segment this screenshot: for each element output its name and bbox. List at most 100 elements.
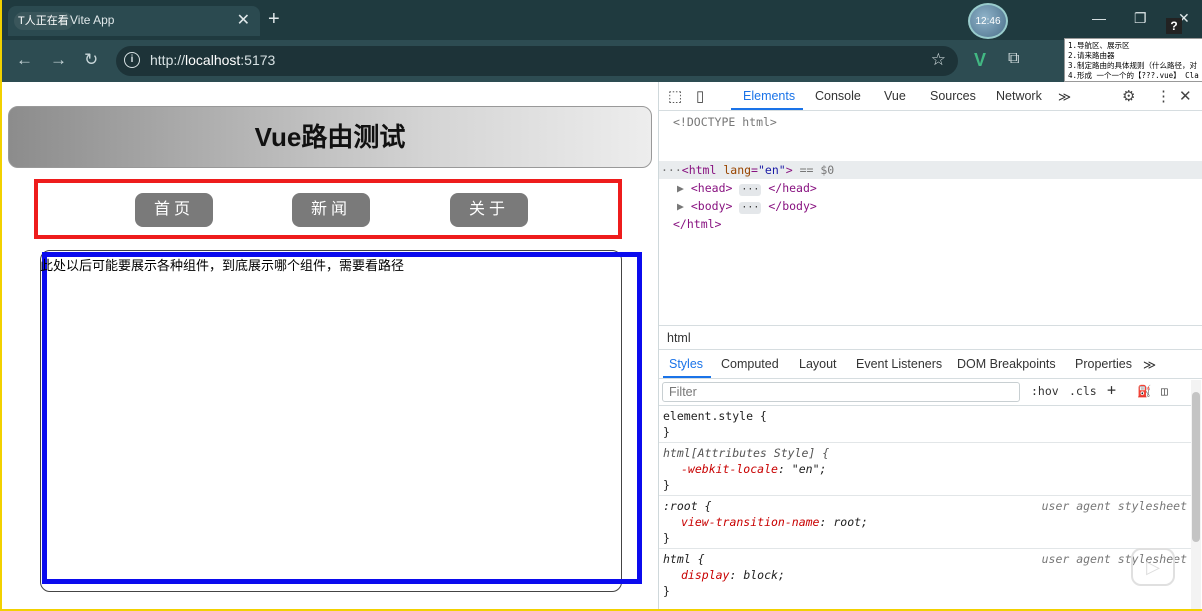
body-close-tag: </body>: [768, 199, 817, 213]
html-close-bracket: >: [785, 163, 793, 177]
new-rule-plus-icon[interactable]: +: [1107, 381, 1116, 399]
page-title: Vue路由测试: [8, 106, 652, 168]
address-bar[interactable]: i http://localhost:5173 ☆: [116, 46, 958, 76]
browser-tab-strip: T人正在看 Vite App ✕ + 12:46 — ❐ ✕ ?: [2, 0, 1202, 40]
rule-root: :root { user agent stylesheet view-trans…: [659, 497, 1191, 549]
vue-devtools-extension-icon[interactable]: V: [974, 50, 986, 71]
class-toggle[interactable]: .cls: [1069, 384, 1097, 398]
note-line: 1.导航区、展示区: [1068, 41, 1130, 50]
rule-close-brace: }: [663, 584, 670, 598]
nav-link-news[interactable]: 新闻: [292, 193, 370, 227]
minimize-icon[interactable]: —: [1092, 10, 1106, 26]
breadcrumb: html: [659, 325, 1202, 350]
html-lang-attr: lang: [723, 163, 752, 177]
css-property: view-transition-name: [681, 515, 820, 529]
dom-node-head[interactable]: ▶ <head> ··· </head>: [677, 179, 817, 197]
tab-close-icon[interactable]: ✕: [237, 10, 250, 30]
tab-properties[interactable]: Properties: [1075, 357, 1132, 371]
rule-selector[interactable]: element.style {: [663, 408, 767, 424]
expand-triangle-icon: ▶: [677, 199, 684, 213]
inspect-element-icon[interactable]: ⬚: [668, 87, 682, 105]
hover-state-toggle[interactable]: :hov: [1031, 384, 1059, 398]
bookmark-star-icon[interactable]: ☆: [931, 50, 946, 70]
more-style-tabs-icon[interactable]: ≫: [1143, 357, 1156, 372]
reload-icon[interactable]: ↻: [84, 50, 98, 70]
scrollbar-thumb[interactable]: [1192, 392, 1200, 542]
css-value: "en";: [791, 462, 827, 476]
browser-tab-vite-app[interactable]: T人正在看 Vite App ✕: [8, 6, 260, 36]
viewer-badge: T人正在看: [14, 12, 73, 30]
close-devtools-icon[interactable]: ✕: [1179, 87, 1192, 105]
tab-layout[interactable]: Layout: [799, 357, 837, 371]
styles-filter-input[interactable]: [662, 382, 1020, 402]
css-value: block;: [743, 568, 785, 582]
tab-computed[interactable]: Computed: [721, 357, 779, 371]
rule-declaration[interactable]: view-transition-name: root;: [681, 514, 868, 530]
note-line: 3.制定路由的具体规则（什么路径，对: [1068, 61, 1198, 70]
tab-title: Vite App: [70, 13, 115, 27]
url-scheme: http://: [150, 52, 186, 68]
rule-close-brace: }: [663, 478, 670, 492]
restore-icon[interactable]: ❐: [1134, 10, 1147, 27]
rule-selector: html[Attributes Style] {: [663, 446, 830, 460]
head-close-tag: </head>: [768, 181, 817, 195]
device-toggle-icon[interactable]: ▯: [696, 87, 704, 105]
nav-link-home[interactable]: 首页: [135, 193, 213, 227]
rule-declaration[interactable]: display: block;: [681, 567, 785, 583]
tab-network[interactable]: Network: [996, 89, 1042, 103]
styles-filter-row: :hov .cls + ⛽ ◫: [659, 380, 1191, 406]
dom-doctype: <!DOCTYPE html>: [673, 115, 777, 129]
tab-sources[interactable]: Sources: [930, 89, 976, 103]
node-menu-dots: ···: [661, 163, 682, 177]
annotation-highlight-rect: [42, 252, 642, 584]
new-tab-button[interactable]: +: [268, 8, 280, 31]
content-placeholder-text: 此处以后可能要展示各种组件，到底展示哪个组件，需要看路径: [40, 258, 405, 273]
css-property: display: [681, 568, 730, 582]
more-options-icon[interactable]: ⋮: [1156, 87, 1171, 105]
note-line: 2.请来路由器: [1068, 51, 1115, 60]
dom-html-close: </html>: [673, 217, 722, 231]
collapsed-ellipsis: ···: [739, 202, 762, 214]
html-lang-value: "en": [757, 163, 786, 177]
devtools-tab-bar: ⬚ ▯ Elements Console Vue Sources Network…: [659, 82, 1202, 111]
settings-gear-icon[interactable]: ⚙: [1122, 87, 1135, 105]
url-host: localhost: [185, 52, 241, 68]
html-open-tag: <html: [681, 163, 717, 177]
tab-console[interactable]: Console: [815, 89, 861, 103]
rule-attributes-style: html[Attributes Style] { -webkit-locale:…: [659, 444, 1191, 496]
tab-event-listeners[interactable]: Event Listeners: [856, 357, 942, 371]
tab-dom-breakpoints[interactable]: DOM Breakpoints: [957, 357, 1056, 371]
tab-elements[interactable]: Elements: [743, 89, 795, 103]
back-arrow-icon[interactable]: ←: [16, 50, 33, 70]
tab-vue[interactable]: Vue: [884, 89, 906, 103]
extensions-puzzle-icon[interactable]: ⧉: [1008, 50, 1019, 68]
profile-avatar[interactable]: 12:46: [968, 3, 1008, 39]
rule-declaration[interactable]: -webkit-locale: "en";: [681, 461, 826, 477]
site-info-icon[interactable]: i: [124, 52, 140, 68]
paint-bucket-icon[interactable]: ⛽: [1137, 384, 1151, 398]
collapsed-ellipsis: ···: [739, 184, 762, 196]
nav-link-about[interactable]: 关于: [450, 193, 528, 227]
dom-node-html[interactable]: ···<html lang="en"> == $0: [661, 161, 834, 179]
more-tabs-icon[interactable]: ≫: [1058, 89, 1071, 104]
url-text: http://localhost:5173: [150, 52, 275, 68]
url-port: :5173: [240, 52, 276, 68]
note-line: 4.形成 一个一个的【???.vue】 Cla: [1068, 71, 1199, 80]
tab-styles[interactable]: Styles: [669, 357, 703, 371]
video-play-watermark-icon: ▷: [1131, 548, 1175, 586]
forward-arrow-icon[interactable]: →: [50, 50, 67, 70]
browser-toolbar: ← → ↻ i http://localhost:5173 ☆: [2, 40, 1202, 82]
rule-element-style: element.style { }: [659, 407, 1191, 443]
styles-scrollbar[interactable]: [1191, 380, 1201, 609]
toggle-sidebar-icon[interactable]: ◫: [1161, 384, 1168, 398]
css-property: -webkit-locale: [681, 462, 778, 476]
body-open-tag: <body>: [690, 199, 733, 213]
active-style-tab-indicator: [663, 376, 711, 378]
breadcrumb-html[interactable]: html: [667, 331, 691, 345]
head-open-tag: <head>: [690, 181, 733, 195]
notes-overlay: 1.导航区、展示区 2.请来路由器 3.制定路由的具体规则（什么路径，对 4.形…: [1064, 38, 1202, 82]
rule-html: html { user agent stylesheet display: bl…: [659, 550, 1191, 602]
help-icon[interactable]: ?: [1166, 18, 1182, 34]
rule-close-brace: }: [663, 425, 670, 439]
dom-node-body[interactable]: ▶ <body> ··· </body>: [677, 197, 817, 215]
